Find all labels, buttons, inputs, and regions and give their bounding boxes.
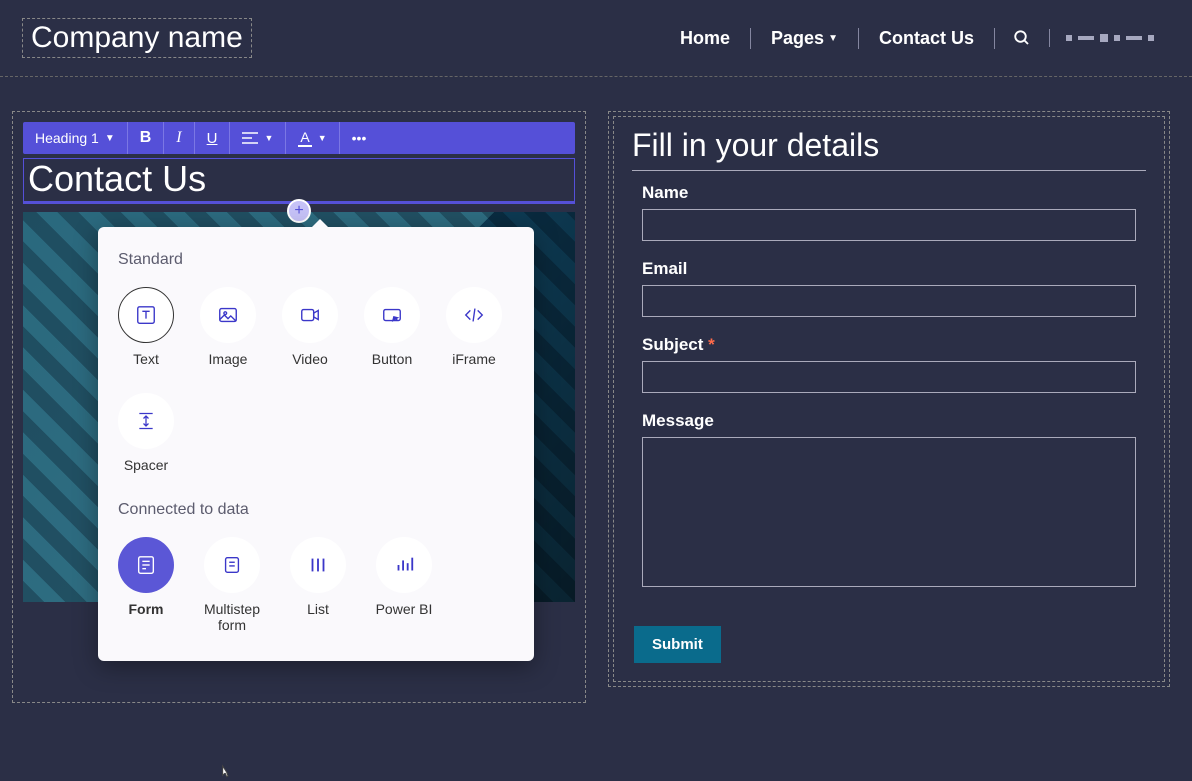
component-multistep-form[interactable]: Multistep form [200,537,264,633]
company-logo[interactable]: Company name [22,18,252,58]
nav-pages-label: Pages [771,28,824,49]
text-color-button[interactable]: A ▼ [286,122,339,154]
search-icon[interactable] [995,29,1050,47]
nav-home[interactable]: Home [660,28,751,49]
email-label: Email [642,259,1136,279]
underline-button[interactable]: U [195,122,231,154]
cursor-icon [218,763,234,781]
button-icon [364,287,420,343]
chevron-down-icon: ▼ [264,133,273,143]
component-button[interactable]: Button [364,287,420,367]
text-icon [118,287,174,343]
contact-form-widget: Fill in your details Name Email Subject … [613,116,1165,682]
form-icon [118,537,174,593]
list-icon [290,537,346,593]
subject-label: Subject * [642,335,1136,355]
component-video[interactable]: Video [282,287,338,367]
heading-style-select[interactable]: Heading 1 ▼ [23,122,128,154]
connected-section-title: Connected to data [118,501,514,519]
nav-contact-us[interactable]: Contact Us [859,28,995,49]
video-icon [282,287,338,343]
component-iframe[interactable]: iFrame [446,287,502,367]
bold-button[interactable]: B [128,122,165,154]
editor-column-left: Heading 1 ▼ B I U ▼ A ▼ ••• Contact Us +… [12,111,586,703]
component-text[interactable]: Text [118,287,174,367]
italic-button[interactable]: I [164,122,194,154]
component-form[interactable]: Form [118,537,174,633]
email-field[interactable] [642,285,1136,317]
add-component-button[interactable]: + [287,199,311,223]
app-launcher[interactable] [1050,34,1170,42]
spacer-icon [118,393,174,449]
power-bi-icon [376,537,432,593]
component-list[interactable]: List [290,537,346,633]
editor-toolbar: Heading 1 ▼ B I U ▼ A ▼ ••• [23,122,575,154]
component-picker-popup: Standard Text Image [98,227,534,661]
iframe-icon [446,287,502,343]
submit-button[interactable]: Submit [634,626,721,663]
message-label: Message [642,411,1136,431]
form-title: Fill in your details [632,127,1146,171]
more-options-button[interactable]: ••• [340,122,379,154]
page-title[interactable]: Contact Us [23,158,575,204]
component-image[interactable]: Image [200,287,256,367]
standard-section-title: Standard [118,251,514,269]
chevron-down-icon: ▼ [318,133,327,143]
align-button[interactable]: ▼ [230,122,286,154]
message-field[interactable] [642,437,1136,587]
nav-pages[interactable]: Pages ▼ [751,28,859,49]
name-field[interactable] [642,209,1136,241]
component-power-bi[interactable]: Power BI [372,537,436,633]
image-icon [200,287,256,343]
name-label: Name [642,183,1136,203]
subject-field[interactable] [642,361,1136,393]
chevron-down-icon: ▼ [105,133,115,144]
component-spacer[interactable]: Spacer [118,393,174,473]
multistep-form-icon [204,537,260,593]
editor-column-right: Fill in your details Name Email Subject … [608,111,1170,687]
caret-down-icon: ▼ [828,33,838,44]
